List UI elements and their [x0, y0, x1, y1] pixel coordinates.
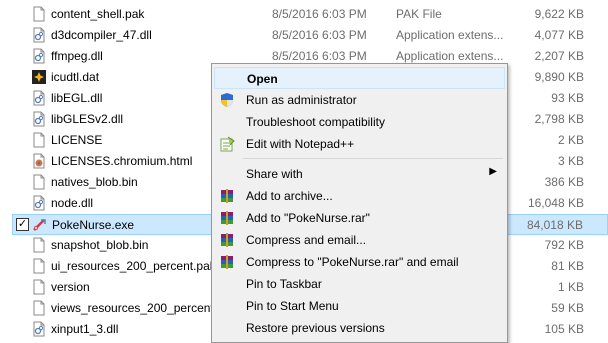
- file-name: node.dll: [51, 196, 94, 210]
- menu-item-label: Run as administrator: [246, 93, 357, 107]
- dll-file-icon: [31, 27, 47, 43]
- blank-file-icon: [31, 6, 47, 22]
- menu-item-add-to-pokenurse-rar[interactable]: Add to "PokeNurse.rar": [214, 207, 505, 229]
- shield-icon: [219, 92, 235, 108]
- menu-item-label: Compress to "PokeNurse.rar" and email: [246, 255, 459, 269]
- file-size: 2 KB: [557, 133, 584, 147]
- file-type: Application extens...: [396, 49, 504, 63]
- file-date-modified: 8/5/2016 6:03 PM: [272, 28, 367, 42]
- menu-item-troubleshoot-compatibility[interactable]: Troubleshoot compatibility: [214, 111, 505, 133]
- file-name: d3dcompiler_47.dll: [51, 28, 152, 42]
- menu-item-compress-and-email[interactable]: Compress and email...: [214, 229, 505, 251]
- file-size: 792 KB: [544, 238, 584, 252]
- menu-item-pin-to-start-menu[interactable]: Pin to Start Menu: [214, 295, 505, 317]
- menu-item-edit-with-notepad[interactable]: Edit with Notepad++: [214, 133, 505, 155]
- row-checkbox[interactable]: ✓: [16, 218, 29, 231]
- file-type: PAK File: [396, 7, 442, 21]
- file-name: LICENSES.chromium.html: [51, 154, 193, 168]
- file-name: LICENSE: [51, 133, 103, 147]
- dll-file-icon: [31, 195, 47, 211]
- file-size: 4,077 KB: [534, 28, 584, 42]
- dll-file-icon: [31, 48, 47, 64]
- menu-item-label: Pin to Start Menu: [246, 299, 339, 313]
- blank-file-icon: [31, 279, 47, 295]
- menu-item-restore-previous-versions[interactable]: Restore previous versions: [214, 317, 505, 339]
- blank-file-icon: [31, 237, 47, 253]
- exe-file-icon: [32, 217, 48, 233]
- file-size: 2,798 KB: [534, 112, 584, 126]
- file-name: xinput1_3.dll: [51, 322, 119, 336]
- file-size: 84,018 KB: [526, 218, 583, 232]
- menu-item-compress-to-pokenurse-rar-and-email[interactable]: Compress to "PokeNurse.rar" and email: [214, 251, 505, 273]
- file-date-modified: 8/5/2016 6:03 PM: [272, 49, 367, 63]
- menu-item-label: Troubleshoot compatibility: [246, 115, 385, 129]
- file-size: 3 KB: [557, 154, 584, 168]
- menu-item-label: Pin to Taskbar: [246, 277, 322, 291]
- file-name: snapshot_blob.bin: [51, 238, 149, 252]
- notepad-plus-plus-icon: [219, 136, 235, 152]
- file-name: icudtl.dat: [51, 70, 100, 84]
- menu-separator: [243, 158, 503, 159]
- dll-file-icon: [31, 321, 47, 337]
- file-name: natives_blob.bin: [51, 175, 138, 189]
- file-name: ui_resources_200_percent.pak: [51, 259, 216, 273]
- file-row[interactable]: d3dcompiler_47.dll 8/5/2016 6:03 PM Applic…: [12, 25, 608, 46]
- file-size: 81 KB: [551, 259, 584, 273]
- blank-file-icon: [31, 300, 47, 316]
- dat-file-icon: [31, 69, 47, 85]
- file-date-modified: 8/5/2016 6:03 PM: [272, 7, 367, 21]
- context-menu: Open Run as administrator Troubleshoot com…: [211, 63, 508, 343]
- file-row[interactable]: content_shell.pak 8/5/2016 6:03 PM PAK Fil…: [12, 4, 608, 25]
- winrar-icon: [219, 210, 235, 226]
- menu-item-run-as-administrator[interactable]: Run as administrator: [214, 89, 505, 111]
- file-name: content_shell.pak: [51, 7, 145, 21]
- file-size: 9,890 KB: [534, 70, 584, 84]
- menu-item-share-with[interactable]: Share with ▶: [214, 163, 505, 185]
- menu-item-label: Add to "PokeNurse.rar": [246, 211, 370, 225]
- dll-file-icon: [31, 90, 47, 106]
- menu-item-label: Compress and email...: [246, 233, 367, 247]
- blank-file-icon: [31, 132, 47, 148]
- menu-item-pin-to-taskbar[interactable]: Pin to Taskbar: [214, 273, 505, 295]
- file-name: PokeNurse.exe: [52, 218, 135, 232]
- blank-file-icon: [31, 258, 47, 274]
- blank-file-icon: [31, 174, 47, 190]
- file-name: libEGL.dll: [51, 91, 103, 105]
- file-name: libGLESv2.dll: [51, 112, 124, 126]
- menu-item-label: Add to archive...: [246, 189, 333, 203]
- winrar-icon: [219, 232, 235, 248]
- file-size: 2,207 KB: [534, 49, 584, 63]
- submenu-arrow-icon: ▶: [489, 166, 497, 177]
- file-size: 105 KB: [544, 322, 584, 336]
- file-size: 9,622 KB: [534, 7, 584, 21]
- file-name: version: [51, 280, 90, 294]
- file-size: 386 KB: [544, 175, 584, 189]
- menu-item-label: Edit with Notepad++: [246, 137, 355, 151]
- file-type: Application extens...: [396, 28, 504, 42]
- html-file-icon: [31, 153, 47, 169]
- menu-item-open[interactable]: Open: [214, 67, 505, 89]
- menu-item-label: Restore previous versions: [246, 321, 385, 335]
- file-name: ffmpeg.dll: [51, 49, 103, 63]
- file-size: 16,048 KB: [527, 196, 584, 210]
- winrar-icon: [219, 254, 235, 270]
- menu-item-add-to-archive[interactable]: Add to archive...: [214, 185, 505, 207]
- menu-item-label: Share with: [246, 167, 303, 181]
- dll-file-icon: [31, 111, 47, 127]
- file-name: views_resources_200_percent.p: [51, 301, 224, 315]
- file-size: 93 KB: [551, 91, 584, 105]
- file-size: 1 KB: [557, 280, 584, 294]
- menu-item-label: Open: [247, 72, 278, 86]
- file-size: 59 KB: [551, 301, 584, 315]
- winrar-icon: [219, 188, 235, 204]
